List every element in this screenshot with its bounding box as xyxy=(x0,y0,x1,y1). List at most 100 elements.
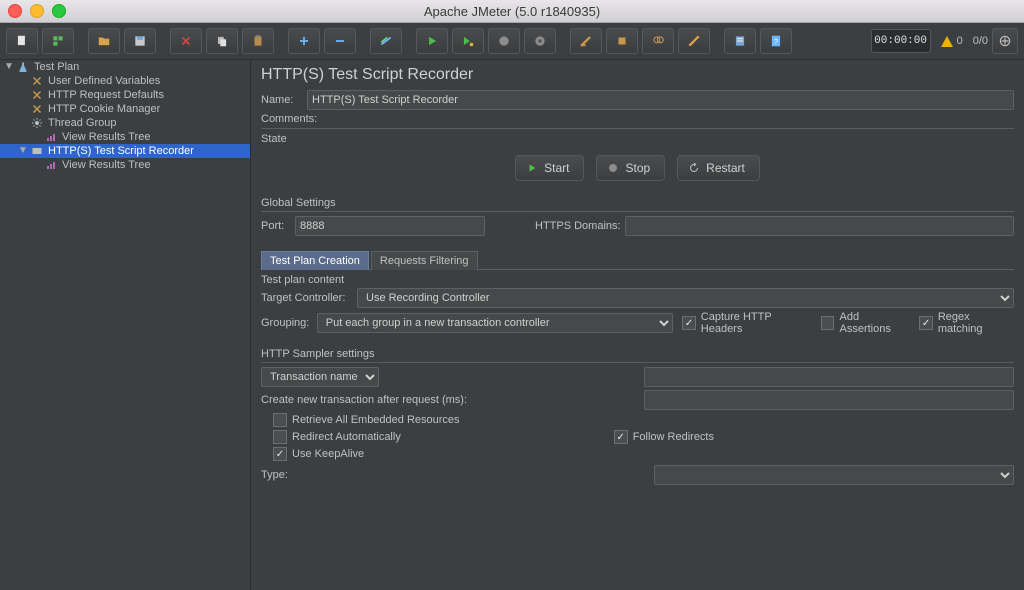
recorder-start-button[interactable]: Start xyxy=(515,155,584,181)
content-panel: HTTP(S) Test Script Recorder Name: Comme… xyxy=(251,60,1024,590)
redirect-auto-checkbox[interactable]: Redirect Automatically xyxy=(273,430,401,444)
xvar-icon xyxy=(30,88,44,102)
start-no-pause-button[interactable] xyxy=(452,28,484,54)
templates-button[interactable] xyxy=(42,28,74,54)
restart-icon xyxy=(688,162,700,174)
port-label: Port: xyxy=(261,220,295,232)
graph-icon xyxy=(44,158,58,172)
https-domains-label: HTTPS Domains: xyxy=(535,220,625,232)
tree-item[interactable]: View Results Tree xyxy=(0,158,250,172)
tree-item-label: HTTP Cookie Manager xyxy=(48,102,160,116)
port-input[interactable] xyxy=(295,216,485,236)
svg-text:?: ? xyxy=(774,39,778,46)
maximize-icon[interactable] xyxy=(52,4,66,18)
new-transaction-ms-input[interactable] xyxy=(644,390,1014,410)
warning-count-value: 0 xyxy=(957,35,963,47)
paste-button[interactable] xyxy=(242,28,274,54)
shutdown-button[interactable] xyxy=(524,28,556,54)
thread-count: 0/0 xyxy=(973,35,988,47)
https-domains-input[interactable] xyxy=(625,216,1014,236)
add-assertions-checkbox[interactable]: Add Assertions xyxy=(821,311,910,335)
tab-test-plan-creation[interactable]: Test Plan Creation xyxy=(261,251,369,270)
state-label: State xyxy=(261,133,1014,145)
copy-button[interactable] xyxy=(206,28,238,54)
close-icon[interactable] xyxy=(8,4,22,18)
grouping-select[interactable]: Put each group in a new transaction cont… xyxy=(317,313,673,333)
window-title: Apache JMeter (5.0 r1840935) xyxy=(0,4,1024,19)
open-button[interactable] xyxy=(88,28,120,54)
minimize-icon[interactable] xyxy=(30,4,44,18)
xvar-icon xyxy=(30,102,44,116)
clear-button[interactable] xyxy=(570,28,602,54)
clear-all-button[interactable] xyxy=(606,28,638,54)
comments-label: Comments: xyxy=(261,113,317,125)
test-plan-tree[interactable]: ▼ Test PlanUser Defined VariablesHTTP Req… xyxy=(0,60,251,590)
name-input[interactable] xyxy=(307,90,1014,110)
remove-button[interactable] xyxy=(324,28,356,54)
retrieve-embedded-checkbox[interactable]: Retrieve All Embedded Resources xyxy=(273,413,460,427)
state-controls: Start Stop Restart xyxy=(261,147,1014,193)
recorder-restart-button[interactable]: Restart xyxy=(677,155,760,181)
capture-http-headers-checkbox[interactable]: ✓Capture HTTP Headers xyxy=(682,311,811,335)
tabs: Test Plan Creation Requests Filtering xyxy=(261,250,1014,269)
transaction-name-select[interactable]: Transaction name xyxy=(261,367,379,387)
add-button[interactable] xyxy=(288,28,320,54)
tree-item-label: Thread Group xyxy=(48,116,116,130)
transaction-name-value-input[interactable] xyxy=(644,367,1014,387)
regex-matching-checkbox[interactable]: ✓Regex matching xyxy=(919,311,1014,335)
tree-item-label: View Results Tree xyxy=(62,158,150,172)
tree-item-label: User Defined Variables xyxy=(48,74,160,88)
stop-icon xyxy=(607,162,619,174)
cut-button[interactable] xyxy=(170,28,202,54)
window-controls xyxy=(8,4,66,18)
function-helper-button[interactable] xyxy=(724,28,756,54)
search-button[interactable] xyxy=(642,28,674,54)
target-controller-select[interactable]: Use Recording Controller xyxy=(357,288,1014,308)
save-button[interactable] xyxy=(124,28,156,54)
gear-icon xyxy=(30,116,44,130)
follow-redirects-checkbox[interactable]: ✓Follow Redirects xyxy=(614,430,714,444)
tree-item[interactable]: ▼ HTTP(S) Test Script Recorder xyxy=(0,144,250,158)
tree-item[interactable]: Thread Group xyxy=(0,116,250,130)
toggle-button[interactable] xyxy=(370,28,402,54)
recorder-stop-button[interactable]: Stop xyxy=(596,155,665,181)
recorder-icon xyxy=(30,144,44,158)
type-label: Type: xyxy=(261,469,295,481)
test-plan-content-label: Test plan content xyxy=(261,274,1014,286)
expand-arrow-icon[interactable]: ▼ xyxy=(4,60,12,74)
tree-item-label: View Results Tree xyxy=(62,130,150,144)
use-keepalive-checkbox[interactable]: ✓Use KeepAlive xyxy=(273,447,364,461)
toolbar: ? 00:00:00 0 0/0 xyxy=(0,23,1024,60)
titlebar: Apache JMeter (5.0 r1840935) xyxy=(0,0,1024,23)
warning-icon xyxy=(941,36,953,47)
expand-icon[interactable] xyxy=(992,28,1018,54)
tree-item-label: Test Plan xyxy=(34,60,79,74)
stop-button[interactable] xyxy=(488,28,520,54)
play-icon xyxy=(526,162,538,174)
expand-arrow-icon[interactable]: ▼ xyxy=(18,144,26,158)
body: ▼ Test PlanUser Defined VariablesHTTP Req… xyxy=(0,60,1024,590)
global-settings-label: Global Settings xyxy=(261,197,1014,209)
tree-item[interactable]: User Defined Variables xyxy=(0,74,250,88)
type-select[interactable] xyxy=(654,465,1014,485)
name-label: Name: xyxy=(261,94,307,106)
tree-item[interactable]: ▼ Test Plan xyxy=(0,60,250,74)
flask-icon xyxy=(16,60,30,74)
tree-item-label: HTTP(S) Test Script Recorder xyxy=(48,144,194,158)
target-controller-label: Target Controller: xyxy=(261,292,357,304)
tree-item[interactable]: HTTP Request Defaults xyxy=(0,88,250,102)
page-title: HTTP(S) Test Script Recorder xyxy=(261,66,1014,84)
graph-icon xyxy=(44,130,58,144)
tree-item[interactable]: View Results Tree xyxy=(0,130,250,144)
new-button[interactable] xyxy=(6,28,38,54)
help-button[interactable]: ? xyxy=(760,28,792,54)
warning-count[interactable]: 0 xyxy=(941,35,963,47)
reset-search-button[interactable] xyxy=(678,28,710,54)
start-button[interactable] xyxy=(416,28,448,54)
tab-requests-filtering[interactable]: Requests Filtering xyxy=(371,251,478,270)
tree-item[interactable]: HTTP Cookie Manager xyxy=(0,102,250,116)
http-sampler-settings-label: HTTP Sampler settings xyxy=(261,348,1014,360)
tree-item-label: HTTP Request Defaults xyxy=(48,88,164,102)
elapsed-timer: 00:00:00 xyxy=(871,29,931,53)
xvar-icon xyxy=(30,74,44,88)
